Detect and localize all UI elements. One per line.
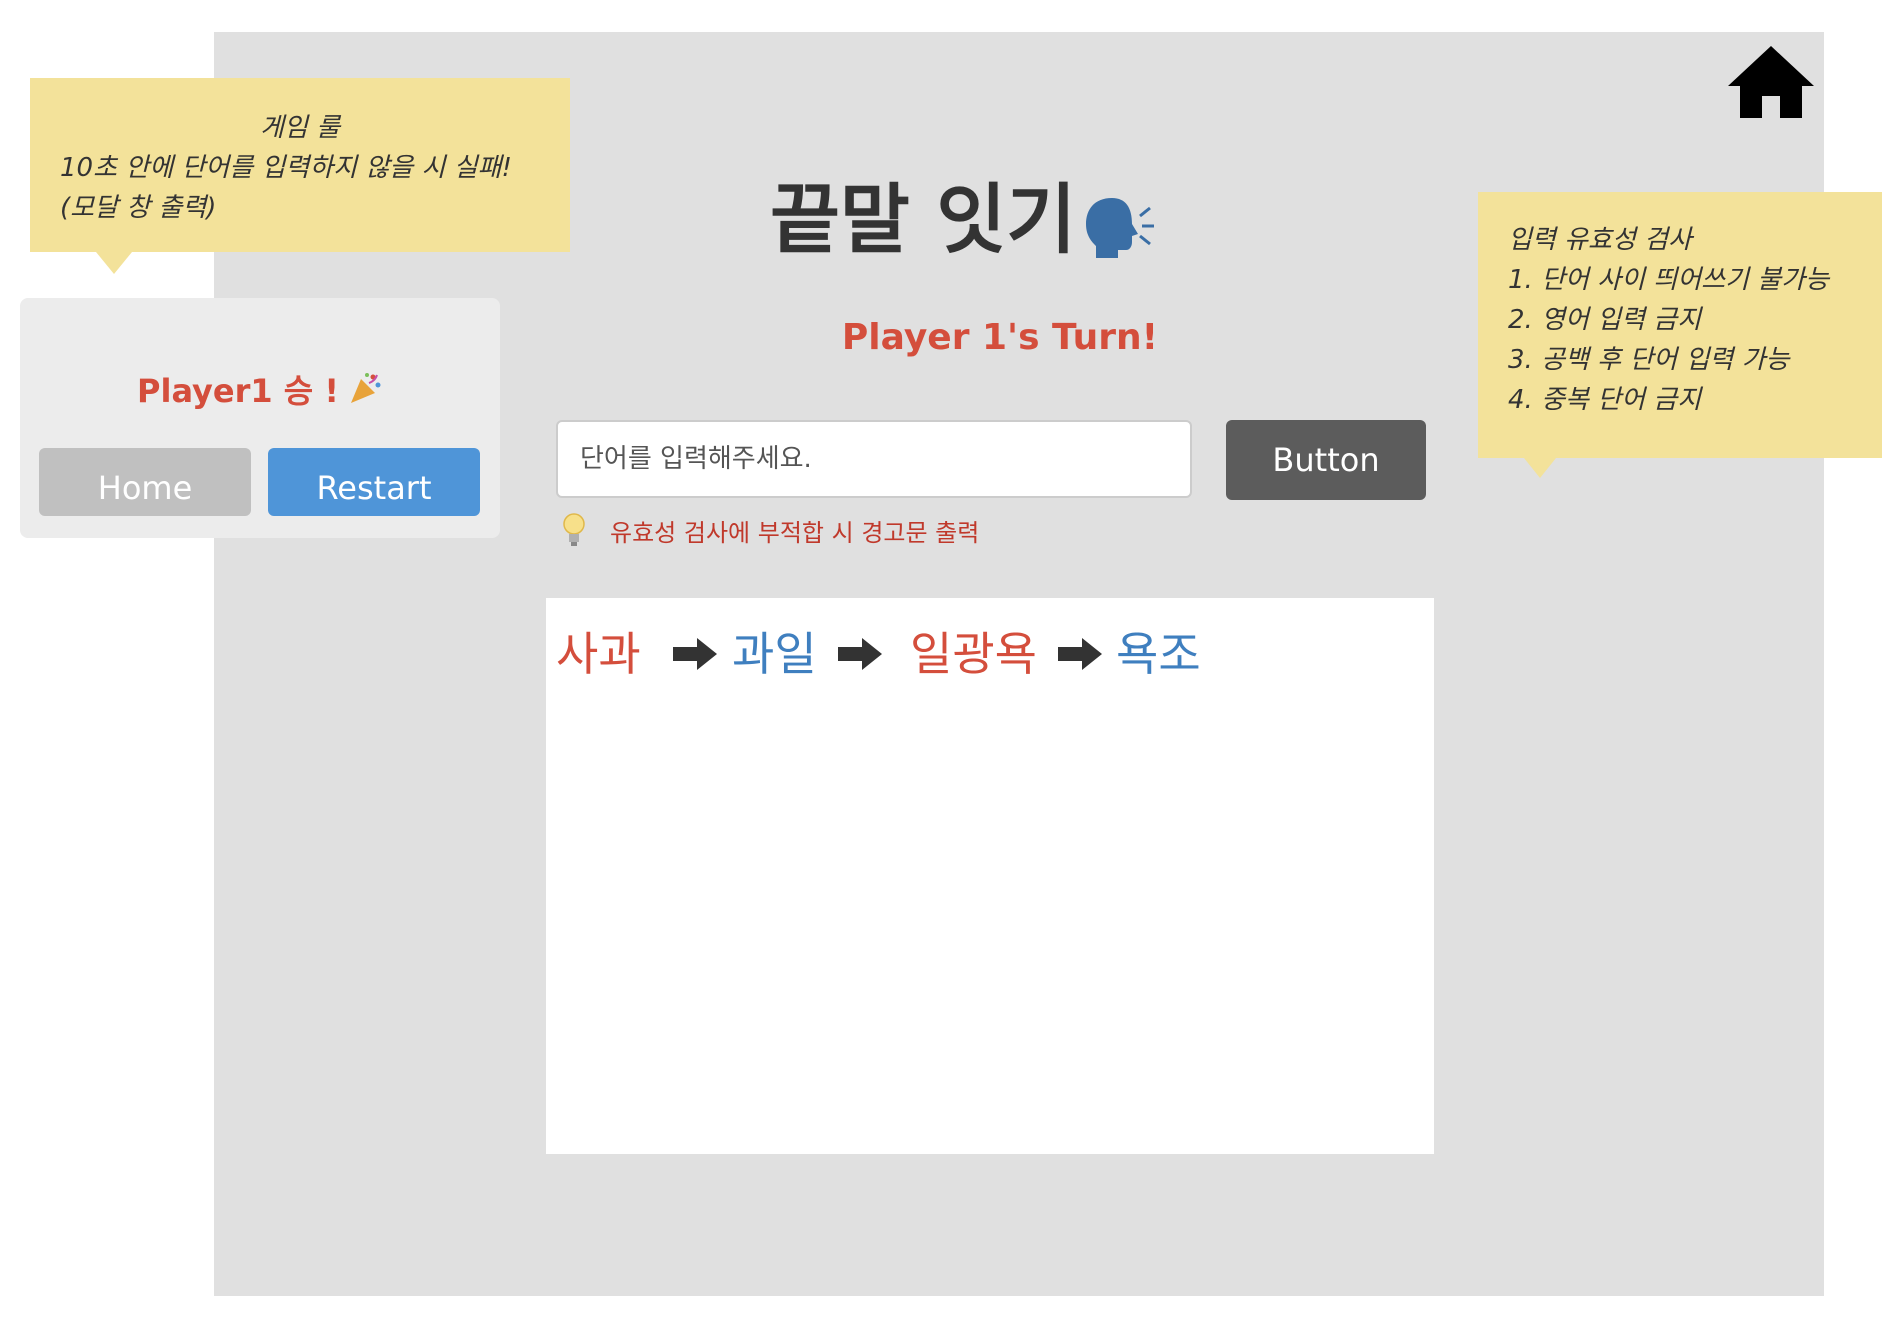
right-arrow-icon [838,638,882,670]
win-modal: Player1 승 ! Home Restart [20,298,500,538]
modal-message: Player1 승 ! [20,364,500,414]
validation-note: 입력 유효성 검사 1. 단어 사이 띄어쓰기 불가능 2. 영어 입력 금지 … [1478,192,1882,478]
hint-text: 유효성 검사에 부적합 시 경고문 출력 [610,518,980,547]
rules-title: 게임 룰 [259,113,341,143]
right-arrow-icon [1058,638,1102,670]
speaking-head-icon [1086,198,1154,258]
validation-title: 입력 유효성 검사 [1508,225,1692,255]
word-chain-area: 사과 과일 일광욕 욕조 [546,598,1434,1154]
validation-item: 3. 공백 후 단어 입력 가능 [1508,345,1790,375]
rules-line: (모달 창 출력) [60,193,217,223]
turn-indicator: Player 1's Turn! [841,317,1159,358]
chain-word: 일광욕 [910,627,1037,681]
modal-home-button[interactable]: Home [39,448,251,516]
party-popper-icon [350,373,381,403]
light-bulb-icon [563,513,585,546]
chain-word: 욕조 [1116,627,1201,681]
winner-text: Player1 승 ! [137,372,339,410]
submit-button[interactable]: Button [1226,420,1426,500]
home-icon[interactable] [1726,42,1816,122]
validation-item: 1. 단어 사이 띄어쓰기 불가능 [1508,265,1829,295]
rules-line: 10초 안에 단어를 입력하지 않을 시 실패! [60,153,512,183]
rules-note: 게임 룰 10초 안에 단어를 입력하지 않을 시 실패! (모달 창 출력) [30,78,570,274]
chain-word: 사과 [556,627,641,681]
word-input[interactable] [556,420,1192,498]
right-arrow-icon [673,638,717,670]
modal-restart-button[interactable]: Restart [268,448,480,516]
validation-item: 4. 중복 단어 금지 [1508,385,1702,415]
chain-word: 과일 [732,627,817,681]
validation-item: 2. 영어 입력 금지 [1508,305,1702,335]
validation-hint: 유효성 검사에 부적합 시 경고문 출력 [562,508,1162,552]
